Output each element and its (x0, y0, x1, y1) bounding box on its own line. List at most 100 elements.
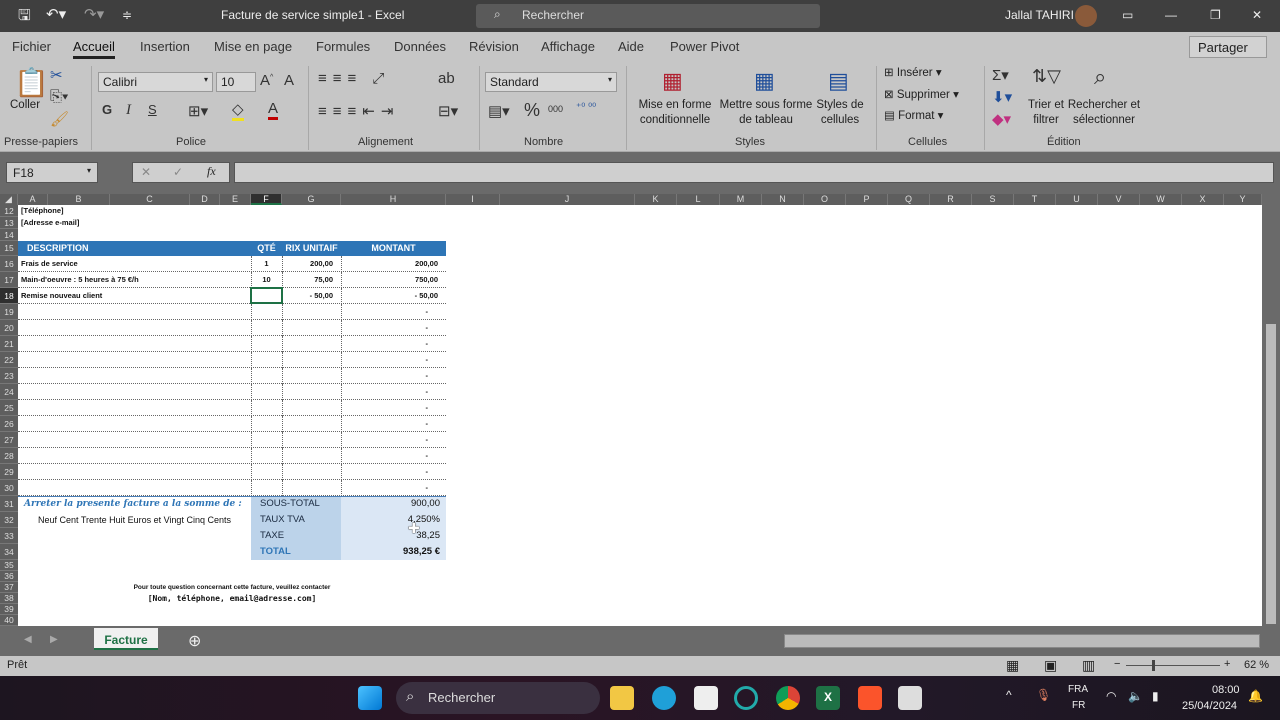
column-header-Q[interactable]: Q (888, 194, 930, 205)
cut-icon[interactable]: ✂ (50, 66, 63, 84)
copy-icon[interactable]: ⎘▾ (50, 88, 68, 105)
row-header-26[interactable]: 26 (0, 416, 18, 432)
column-header-D[interactable]: D (190, 194, 220, 205)
unit-price-cell[interactable]: 75,00 (282, 272, 341, 288)
qty-cell[interactable]: 1 (251, 256, 282, 272)
clear-icon[interactable]: ◆▾ (992, 110, 1011, 128)
horizontal-align-icons[interactable]: ≡≡≡⇤⇥ (318, 102, 399, 120)
header-amount[interactable]: MONTANT (341, 241, 446, 256)
column-header-P[interactable]: P (846, 194, 888, 205)
column-header-F[interactable]: F (251, 194, 282, 205)
insert-function-icon[interactable]: fx (207, 164, 216, 179)
app-icon[interactable] (734, 686, 758, 710)
next-sheet-icon[interactable]: ▶ (50, 634, 58, 645)
fill-icon[interactable]: ⬇▾ (992, 88, 1012, 106)
tab-données[interactable]: Données (394, 39, 446, 54)
column-header-H[interactable]: H (341, 194, 446, 205)
selected-cell-F18[interactable] (250, 287, 283, 304)
cancel-icon[interactable]: ✕ (141, 165, 151, 179)
column-header-S[interactable]: S (972, 194, 1014, 205)
vertical-scrollbar[interactable] (1262, 194, 1280, 626)
share-button[interactable]: Partager (1189, 36, 1267, 58)
row-header-32[interactable]: 32 (0, 512, 18, 528)
totals-label[interactable]: TAXE (251, 528, 341, 544)
restore-icon[interactable]: ❐ (1210, 8, 1221, 22)
unit-price-cell[interactable]: - 50,00 (282, 288, 341, 304)
tab-fichier[interactable]: Fichier (12, 39, 51, 54)
search-box[interactable]: ⌕ Rechercher (476, 4, 820, 28)
worksheet-grid[interactable]: 12 13 14 15 16 17 18 19 20 21 22 23 24 25 26 27 28 29 30 31… (0, 205, 1262, 626)
redo-icon[interactable]: ↷▾ (84, 5, 104, 23)
amount-cell[interactable]: - (341, 416, 446, 432)
minimize-icon[interactable]: — (1165, 8, 1177, 22)
thousands-icon[interactable]: 000 (548, 104, 563, 114)
unit-price-cell[interactable]: 200,00 (282, 256, 341, 272)
amount-cell[interactable]: - (341, 384, 446, 400)
phone-cell[interactable]: [Téléphone] (18, 205, 200, 217)
amount-cell[interactable]: - (341, 320, 446, 336)
font-size-select[interactable]: 10 (216, 72, 256, 92)
formula-input[interactable] (234, 162, 1274, 183)
page-layout-icon[interactable]: ▣ (1044, 657, 1057, 674)
page-break-icon[interactable]: ▥ (1082, 657, 1095, 674)
zoom-slider-thumb[interactable] (1152, 660, 1155, 671)
row-header-35[interactable]: 35 (0, 560, 18, 571)
amount-cell[interactable]: - (341, 400, 446, 416)
autosum-icon[interactable]: Σ▾ (992, 66, 1009, 84)
decrease-font-icon[interactable]: A (284, 72, 294, 89)
row-header-34[interactable]: 34 (0, 544, 18, 560)
amount-cell[interactable]: - (341, 480, 446, 496)
amount-words-label[interactable]: Arreter la presente facture a la somme d… (18, 496, 251, 512)
column-header-M[interactable]: M (720, 194, 762, 205)
row-header-16[interactable]: 16 (0, 256, 18, 272)
totals-value[interactable]: 938,25 € (341, 544, 446, 560)
description-cell[interactable]: Main-d'oeuvre : 5 heures à 75 €/h (18, 272, 251, 288)
find-select-button[interactable]: Rechercher et sélectionner (1066, 98, 1142, 128)
tab-insertion[interactable]: Insertion (140, 39, 190, 54)
row-header-23[interactable]: 23 (0, 368, 18, 384)
column-header-J[interactable]: J (500, 194, 635, 205)
column-header-X[interactable]: X (1182, 194, 1224, 205)
row-header-14[interactable]: 14 (0, 229, 18, 241)
undo-icon[interactable]: ↶▾ (46, 5, 66, 23)
wifi-icon[interactable]: ◠ (1106, 689, 1116, 703)
amount-cell[interactable]: 200,00 (341, 256, 446, 272)
tab-mise-en-page[interactable]: Mise en page (214, 39, 292, 54)
enter-icon[interactable]: ✓ (173, 165, 183, 179)
insert-cells-button[interactable]: ⊞ Insérer ▾ (884, 66, 942, 81)
avatar[interactable] (1075, 5, 1097, 27)
row-header-15[interactable]: 15 (0, 241, 18, 256)
footer-contact-text[interactable]: Pour toute question concernant cette fac… (18, 582, 446, 593)
prev-sheet-icon[interactable]: ◀ (24, 634, 32, 645)
email-cell[interactable]: [Adresse e-mail] (18, 217, 200, 229)
totals-label[interactable]: SOUS-TOTAL (251, 496, 341, 512)
header-unit-price[interactable]: RIX UNITAIF (282, 241, 341, 256)
totals-value[interactable]: 900,00 (341, 496, 446, 512)
clock-date[interactable]: 25/04/2024 (1182, 700, 1237, 712)
save-icon[interactable]: 🖫 (18, 5, 31, 30)
column-header-E[interactable]: E (220, 194, 251, 205)
microphone-icon[interactable]: 🎙 (1036, 688, 1051, 702)
merge-center-icon[interactable]: ⊟▾ (438, 102, 458, 120)
format-cells-button[interactable]: ▤ Format ▾ (884, 109, 943, 124)
amount-cell[interactable]: - (341, 352, 446, 368)
column-header-Y[interactable]: Y (1224, 194, 1262, 205)
close-icon[interactable]: ✕ (1252, 8, 1262, 22)
row-header-40[interactable]: 40 (0, 615, 18, 626)
format-table-button[interactable]: Mettre sous forme de tableau (718, 98, 814, 128)
row-header-37[interactable]: 37 (0, 582, 18, 593)
row-header-30[interactable]: 30 (0, 480, 18, 496)
row-header-21[interactable]: 21 (0, 336, 18, 352)
amount-cell[interactable]: - (341, 464, 446, 480)
show-hidden-icon[interactable]: ^ (1006, 688, 1012, 702)
zoom-slider[interactable] (1126, 660, 1220, 671)
column-header-R[interactable]: R (930, 194, 972, 205)
borders-icon[interactable]: ⊞▾ (188, 102, 208, 120)
zoom-in-icon[interactable]: + (1224, 658, 1230, 670)
footer-contact-details[interactable]: [Nom, téléphone, email@adresse.com] (18, 593, 446, 604)
row-header-18[interactable]: 18 (0, 288, 18, 304)
row-header-17[interactable]: 17 (0, 272, 18, 288)
add-sheet-icon[interactable]: ⊕ (188, 631, 201, 651)
ribbon-display-icon[interactable]: ▭ (1122, 8, 1133, 22)
font-name-select[interactable]: Calibri ▾ (98, 72, 213, 92)
